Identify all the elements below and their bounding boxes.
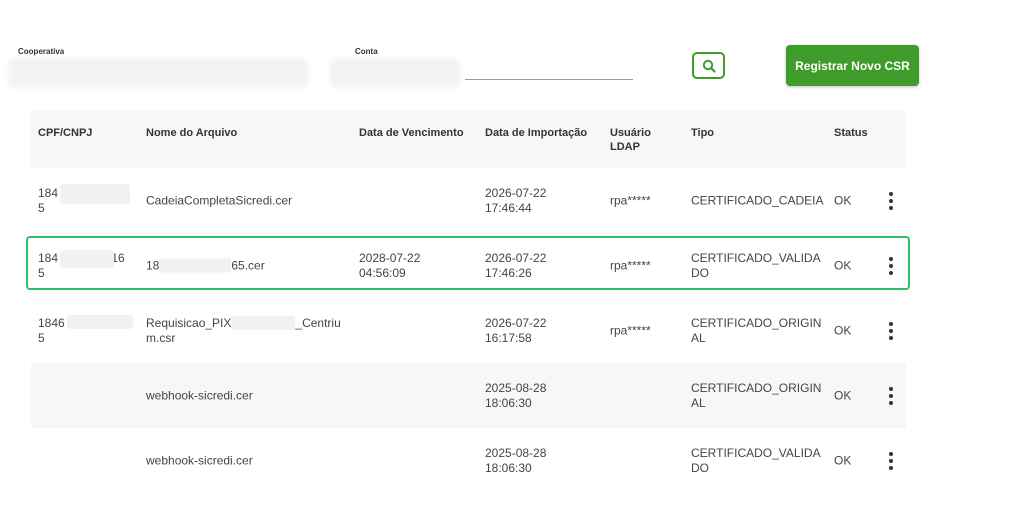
importacao-time: 18:06:30 (485, 395, 532, 410)
importacao-time: 17:46:44 (485, 200, 532, 215)
conta-masked-value (330, 58, 460, 88)
importacao-time: 16:17:58 (485, 330, 532, 345)
certificates-table: CPF/CNPJ Nome do Arquivo Data de Vencime… (31, 110, 906, 493)
cell-arquivo: webhook-sicredi.cer (146, 388, 253, 402)
cell-tipo: CERTIFICADO_VALIDA DO (691, 446, 821, 476)
arquivo-suffix: _Centriu (295, 315, 341, 330)
cooperativa-select[interactable] (8, 58, 308, 88)
cell-status: OK (834, 388, 852, 402)
conta-input[interactable] (465, 79, 633, 80)
cpf-line1: 1846 (38, 315, 65, 330)
arquivo-prefix: Requisicao_PIX (146, 315, 232, 330)
table-row[interactable]: webhook-sicredi.cer 2025-08-28 18:06:30 … (31, 363, 906, 428)
importacao-time: 18:06:30 (485, 460, 532, 475)
cpf-line2: 5 (38, 330, 45, 345)
kebab-menu-icon[interactable] (886, 451, 896, 470)
cell-cpf: 184 5 (38, 186, 58, 216)
tipo-line2: AL (691, 330, 706, 345)
tipo-line2: DO (691, 460, 709, 475)
header-tipo: Tipo (691, 127, 715, 139)
kebab-menu-icon[interactable] (886, 386, 896, 405)
cell-arquivo: webhook-sicredi.cer (146, 453, 253, 467)
cpf-mask (67, 315, 133, 329)
cpf-line2: 5 (38, 200, 45, 215)
cell-cpf: 1846 5 (38, 316, 65, 346)
header-usuario: Usuário LDAP (610, 126, 651, 154)
table-row[interactable]: webhook-sicredi.cer 2025-08-28 18:06:30 … (31, 428, 906, 493)
cell-usuario: rpa***** (610, 323, 651, 337)
kebab-menu-icon[interactable] (886, 321, 896, 340)
header-importacao: Data de Importação (485, 127, 588, 139)
header-arquivo: Nome do Arquivo (146, 127, 238, 139)
tipo-line1: CERTIFICADO_VALIDA (691, 445, 821, 460)
importacao-date: 2026-07-22 (485, 185, 547, 200)
tipo-line2: AL (691, 395, 706, 410)
selected-row-highlight (26, 236, 910, 290)
register-new-csr-button[interactable]: Registrar Novo CSR (786, 45, 919, 86)
tipo-line1: CERTIFICADO_ORIGIN (691, 315, 822, 330)
cell-usuario: rpa***** (610, 193, 651, 207)
header-status: Status (834, 127, 868, 139)
importacao-date: 2025-08-28 (485, 380, 547, 395)
table-row[interactable]: 184 5 CadeiaCompletaSicredi.cer 2026-07-… (31, 168, 906, 233)
table-row[interactable]: 1846 5 Requisicao_PIX _Centriu m.csr 2026… (31, 298, 906, 363)
cell-importacao: 2026-07-22 16:17:58 (485, 316, 546, 346)
arquivo-mask (231, 316, 296, 331)
cell-importacao: 2025-08-28 18:06:30 (485, 381, 546, 411)
arquivo-line2: m.csr (146, 330, 176, 345)
cell-tipo: CERTIFICADO_ORIGIN AL (691, 316, 821, 346)
cooperativa-label: Cooperativa (18, 47, 65, 56)
search-icon (702, 59, 716, 73)
header-usuario-line1: Usuário (610, 127, 651, 139)
importacao-date: 2026-07-22 (485, 315, 547, 330)
cell-arquivo: Requisicao_PIX _Centriu m.csr (146, 316, 341, 346)
cell-arquivo: CadeiaCompletaSicredi.cer (146, 193, 293, 207)
header-cpf: CPF/CNPJ (38, 127, 93, 139)
header-usuario-line2: LDAP (610, 141, 640, 153)
conta-label: Conta (355, 47, 378, 56)
cell-importacao: 2026-07-22 17:46:44 (485, 186, 546, 216)
cell-status: OK (834, 193, 852, 207)
cell-tipo: CERTIFICADO_CADEIA (691, 193, 824, 207)
kebab-menu-icon[interactable] (886, 191, 896, 210)
table-header: CPF/CNPJ Nome do Arquivo Data de Vencime… (31, 110, 906, 168)
header-vencimento: Data de Vencimento (359, 127, 464, 139)
cpf-mask (60, 184, 130, 204)
tipo-line1: CERTIFICADO_ORIGIN (691, 380, 822, 395)
cell-status: OK (834, 323, 852, 337)
search-button[interactable] (692, 52, 725, 79)
cell-status: OK (834, 453, 852, 467)
cpf-line1: 184 (38, 185, 59, 200)
cell-tipo: CERTIFICADO_ORIGIN AL (691, 381, 821, 411)
importacao-date: 2025-08-28 (485, 445, 547, 460)
cell-importacao: 2025-08-28 18:06:30 (485, 446, 546, 476)
